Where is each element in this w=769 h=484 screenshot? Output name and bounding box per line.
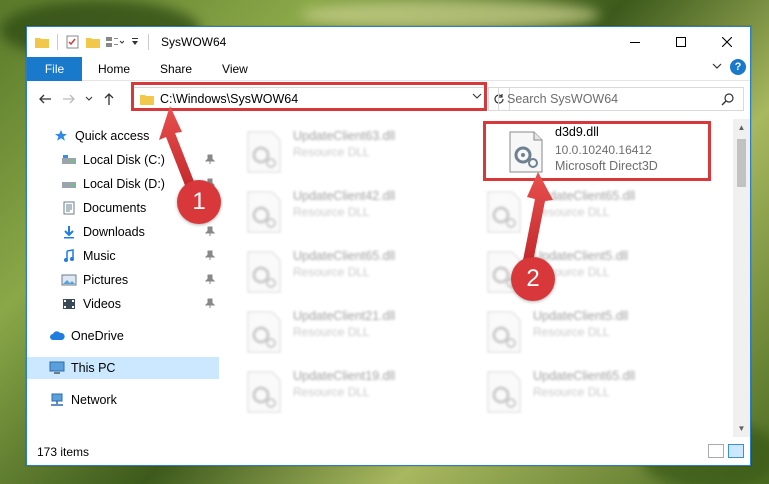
step-badge-2: 2	[511, 257, 555, 301]
arrow-1-icon	[159, 106, 195, 188]
step-badge-1: 1	[177, 180, 221, 224]
annotation-arrows	[159, 106, 553, 262]
arrow-2-icon	[523, 172, 553, 262]
